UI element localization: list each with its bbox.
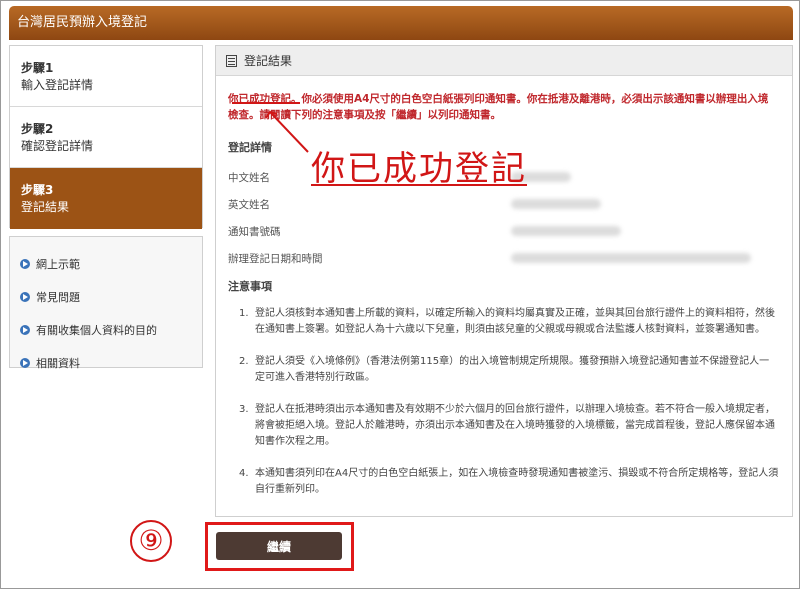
- redacted-value: [511, 253, 751, 263]
- step-number-badge: ⑨: [130, 520, 172, 562]
- step-number: 步驟3: [21, 183, 54, 197]
- step-label: 輸入登記詳情: [21, 78, 94, 92]
- note-item: 1. 登記人須核對本通知書上所載的資料，以確定所輸入的資料均屬真實及正確，並與其回…: [239, 308, 775, 335]
- step-1: 步驟1 輸入登記詳情: [10, 46, 202, 107]
- link-label: 網上示範: [36, 257, 80, 271]
- field-english-name: 英文姓名: [228, 199, 270, 211]
- related-links: 網上示範 常見問題 有關收集個人資料的目的 相關資料: [9, 236, 203, 370]
- highlight-box: 繼續: [205, 522, 354, 571]
- redacted-value: [511, 226, 621, 236]
- link-label: 常見問題: [36, 290, 80, 304]
- annotation-text: 你已成功登記: [311, 149, 527, 189]
- step-label: 確認登記詳情: [21, 139, 94, 153]
- note-item: 4. 本通知書須列印在A4尺寸的白色空白紙張上，如在入境檢查時發現通知書被塗污、損…: [239, 468, 779, 495]
- link-online-demo[interactable]: 網上示範: [10, 247, 202, 280]
- link-faq[interactable]: 常見問題: [10, 280, 202, 313]
- link-related-info[interactable]: 相關資料: [10, 346, 202, 379]
- field-registration-datetime: 辦理登記日期和時間: [228, 253, 323, 265]
- panel-header: 登記結果: [216, 46, 792, 76]
- arrow-circle-icon: [20, 324, 30, 335]
- details-heading: 登記詳情: [228, 141, 272, 154]
- step-label: 登記結果: [21, 200, 70, 214]
- panel-title: 登記結果: [244, 54, 293, 68]
- redacted-value: [511, 199, 601, 209]
- notes-heading: 注意事項: [228, 280, 272, 293]
- arrow-circle-icon: [20, 258, 30, 269]
- link-label: 有關收集個人資料的目的: [36, 323, 157, 337]
- link-label: 相關資料: [36, 356, 80, 370]
- continue-button[interactable]: 繼續: [216, 532, 342, 560]
- step-number: 步驟1: [21, 61, 54, 75]
- arrow-circle-icon: [20, 291, 30, 302]
- notes-list: 1. 登記人須核對本通知書上所載的資料，以確定所輸入的資料均屬真實及正確，並與其回…: [239, 306, 779, 514]
- note-item: 3. 登記人在抵港時須出示本通知書及有效期不少於六個月的回台旅行證件，以辦理入境檢…: [239, 404, 775, 447]
- field-notice-number: 通知書號碼: [228, 226, 281, 238]
- result-panel: 登記結果 你已成功登記。你必須使用A4尺寸的白色空白紙張列印通知書。你在抵港及離…: [215, 45, 793, 517]
- field-chinese-name: 中文姓名: [228, 172, 270, 184]
- link-data-collection-purpose[interactable]: 有關收集個人資料的目的: [10, 313, 202, 346]
- note-item: 2. 登記人須受《入境條例》（香港法例第115章）的出入境管制規定所規限。獲發預辦…: [239, 356, 770, 383]
- step-number: 步驟2: [21, 122, 54, 136]
- page-title: 台灣居民預辦入境登記: [17, 15, 148, 30]
- step-list: 步驟1 輸入登記詳情 步驟2 確認登記詳情 步驟3 登記結果: [9, 45, 203, 229]
- success-notice: 你已成功登記。你必須使用A4尺寸的白色空白紙張列印通知書。你在抵港及離港時，必須…: [228, 93, 769, 121]
- document-icon: [226, 54, 237, 67]
- arrow-circle-icon: [20, 357, 30, 368]
- step-2: 步驟2 確認登記詳情: [10, 107, 202, 168]
- step-3-active: 步驟3 登記結果: [10, 168, 202, 229]
- page-header: 台灣居民預辦入境登記: [9, 6, 793, 40]
